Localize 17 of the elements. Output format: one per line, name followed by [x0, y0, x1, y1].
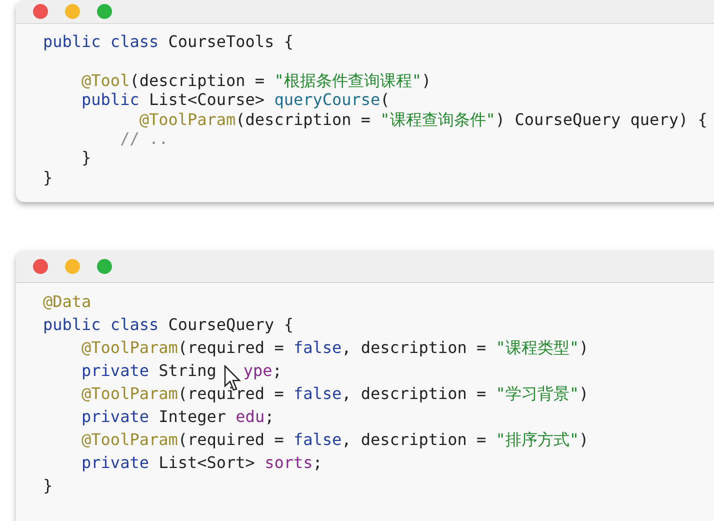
code-line: public List<Course> queryCourse( [80, 90, 390, 110]
code-line: public class CourseTools { [43, 32, 294, 52]
code-line: } [80, 148, 92, 168]
code-line: // .. [119, 128, 168, 148]
code-line: private List<Sort> sorts; [80, 452, 322, 474]
code-line: @ToolParam(required = false, description = "排序方式") [80, 429, 589, 451]
code-line: @ToolParam(required = false, description = "课程类型") [80, 337, 589, 359]
code-line: @ToolParam(description = "课程查询条件") CourseQuery query) { [138, 110, 708, 129]
code-line: } [43, 475, 53, 497]
code-line: @Tool(description = "根据条件查询课程") [80, 70, 432, 90]
code-line: ype; [243, 360, 282, 382]
code-line: private Integer edu; [80, 406, 274, 428]
code-line: @Data [43, 291, 92, 313]
code-line: } [43, 168, 53, 188]
code-line: private String [80, 360, 216, 382]
code-line: @ToolParam(required = false, description = "学习背景") [80, 383, 589, 405]
code-line: public class CourseQuery { [43, 314, 294, 336]
